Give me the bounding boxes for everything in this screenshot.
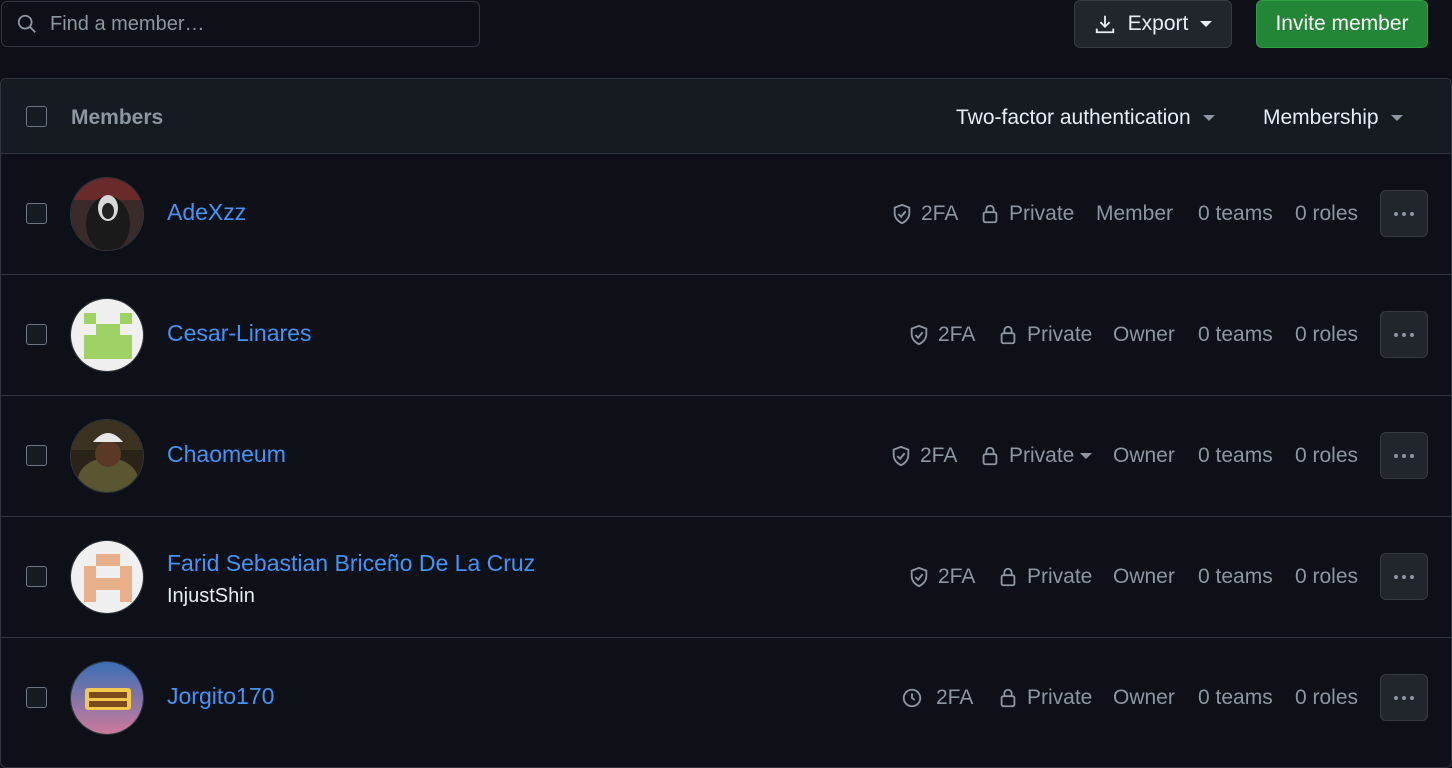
table-row: AdeXzz 2FA Private Member 0 teams 0 role… [1,154,1451,275]
members-heading: Members [71,106,164,129]
member-name-link[interactable]: Farid Sebastian Briceño De La Cruz [167,550,535,577]
member-name-link[interactable]: Chaomeum [167,441,286,468]
shield-check-icon [892,445,910,467]
lock-icon [1000,688,1016,708]
clock-icon [902,688,922,708]
visibility-dropdown[interactable]: Private [979,444,1093,468]
role-label: Owner [1113,444,1175,467]
invite-member-button[interactable]: Invite member [1256,0,1428,48]
select-all-checkbox[interactable] [26,106,47,127]
two-factor-filter[interactable]: Two-factor authentication [956,106,1215,130]
shield-check-icon [910,324,928,346]
export-button[interactable]: Export [1074,0,1232,48]
visibility-status: Private [997,565,1092,589]
search-box[interactable] [1,1,480,47]
visibility-status: Private [997,323,1092,347]
roles-count: 0 roles [1295,565,1359,588]
visibility-status: Private [997,686,1092,710]
role-label: Member [1096,202,1174,225]
roles-count: 0 roles [1295,686,1359,709]
row-checkbox[interactable] [26,203,47,224]
table-row: Chaomeum 2FA Private Owner 0 teams 0 rol… [1,396,1451,517]
two-factor-filter-label: Two-factor authentication [956,106,1191,129]
lock-icon [1000,325,1016,345]
member-name-link[interactable]: Jorgito170 [167,683,274,710]
avatar[interactable] [70,661,144,735]
lock-icon [1000,567,1016,587]
roles-count: 0 roles [1295,323,1359,346]
member-name-link[interactable]: AdeXzz [167,199,246,226]
chevron-down-icon [1200,21,1213,27]
roles-count: 0 roles [1295,444,1359,467]
chevron-down-icon [1080,453,1093,459]
more-actions-button[interactable] [1380,432,1428,479]
table-header: Members Two-factor authentication Member… [1,79,1451,154]
teams-count: 0 teams [1198,323,1273,346]
avatar[interactable] [70,540,144,614]
two-factor-status: 2FA [891,202,958,226]
download-icon [1095,15,1114,34]
avatar[interactable] [70,298,144,372]
membership-filter[interactable]: Membership [1263,106,1403,130]
invite-label: Invite member [1275,12,1409,35]
more-actions-button[interactable] [1380,674,1428,721]
members-table: Members Two-factor authentication Member… [0,78,1452,768]
member-name-link[interactable]: Cesar-Linares [167,320,311,347]
avatar[interactable] [70,177,144,251]
row-checkbox[interactable] [26,445,47,466]
more-actions-button[interactable] [1380,311,1428,358]
toolbar: Export Invite member [0,0,1452,50]
row-checkbox[interactable] [26,566,47,587]
role-label: Owner [1113,686,1175,709]
lock-icon [982,446,998,466]
role-label: Owner [1113,565,1175,588]
more-actions-button[interactable] [1380,190,1428,237]
chevron-down-icon [1390,115,1403,121]
lock-icon [982,204,998,224]
table-row: Jorgito170 2FA Private Owner 0 teams 0 r… [1,638,1451,759]
teams-count: 0 teams [1198,444,1273,467]
table-row: Cesar-Linares 2FA Private Owner 0 teams … [1,275,1451,396]
teams-count: 0 teams [1198,565,1273,588]
row-checkbox[interactable] [26,687,47,708]
membership-filter-label: Membership [1263,106,1379,129]
teams-count: 0 teams [1198,202,1273,225]
avatar[interactable] [70,419,144,493]
table-row: Farid Sebastian Briceño De La Cruz Injus… [1,517,1451,638]
export-label: Export [1127,12,1189,35]
chevron-down-icon [1202,115,1215,121]
visibility-status: Private [979,202,1074,226]
shield-check-icon [910,566,928,588]
two-factor-status: 2FA [908,565,975,589]
two-factor-status: 2FA [890,444,957,468]
two-factor-status: 2FA [908,323,975,347]
member-login: InjustShin [167,585,255,607]
roles-count: 0 roles [1295,202,1359,225]
role-label: Owner [1113,323,1175,346]
row-checkbox[interactable] [26,324,47,345]
search-icon [17,14,36,33]
teams-count: 0 teams [1198,686,1273,709]
two-factor-status: 2FA [901,686,973,710]
shield-check-icon [893,203,911,225]
search-input[interactable] [50,12,470,36]
more-actions-button[interactable] [1380,553,1428,600]
